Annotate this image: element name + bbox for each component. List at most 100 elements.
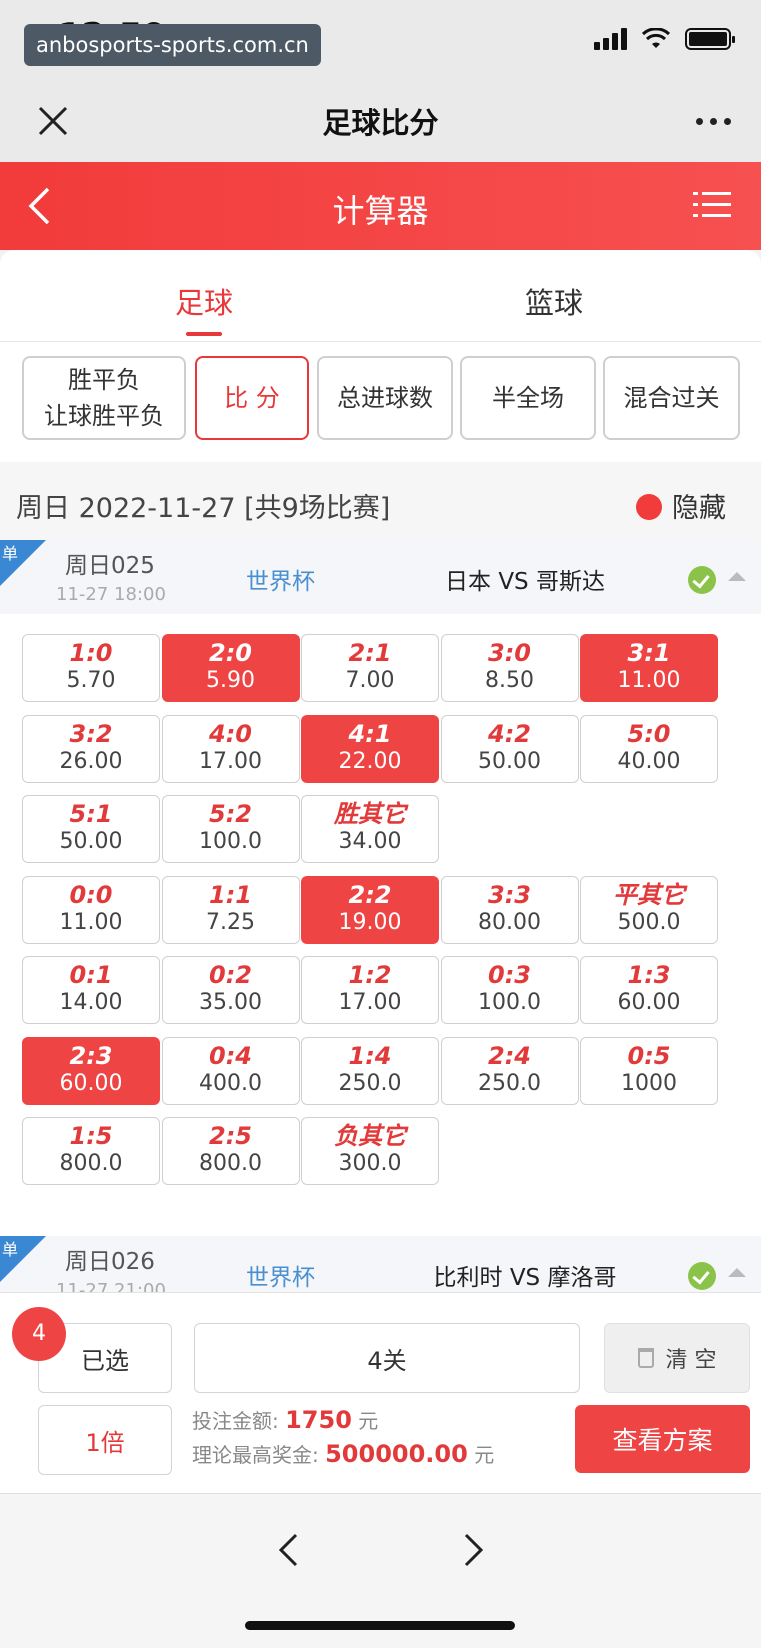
odds-value: 14.00 <box>59 990 123 1015</box>
score-option[interactable]: 1:1 7.25 <box>161 875 300 944</box>
score-grid: 1:0 5.70 2:0 5.90 2:1 7.00 3:0 8.50 3:1 11.00 3:2 2… <box>22 634 742 1214</box>
next-page-icon[interactable] <box>462 1532 486 1568</box>
score-option[interactable]: 3:3 80.00 <box>440 875 579 944</box>
match-time: 11-27 18:00 <box>56 584 166 605</box>
play-type-half-full[interactable]: 半全场 <box>460 356 596 440</box>
score-label: 1:3 <box>627 961 671 989</box>
score-option[interactable]: 5:0 40.00 <box>580 714 718 783</box>
status-icons <box>594 28 735 50</box>
odds-value: 50.00 <box>59 829 123 854</box>
odds-value: 300.0 <box>338 1151 402 1176</box>
odds-value: 80.00 <box>478 909 541 935</box>
odds-value: 100.0 <box>199 829 262 854</box>
tab-basketball[interactable]: 篮球 <box>525 280 583 322</box>
play-type-total-goals[interactable]: 总进球数 <box>317 356 453 440</box>
score-label: 5:2 <box>209 800 252 828</box>
score-label: 2:2 <box>348 880 392 909</box>
odds-value: 800.0 <box>59 1151 123 1176</box>
score-label: 1:2 <box>348 961 392 989</box>
odds-value: 34.00 <box>338 829 402 854</box>
score-option[interactable]: 2:0 5.90 <box>161 634 300 702</box>
play-type-win-draw-lose[interactable]: 胜平负 让球胜平负 <box>22 356 186 440</box>
page-title: 足球比分 <box>322 106 439 140</box>
score-label: 1:1 <box>209 880 252 909</box>
score-option[interactable]: 4:2 50.00 <box>440 714 579 783</box>
score-option[interactable]: 2:4 250.0 <box>440 1036 579 1105</box>
score-option[interactable]: 3:1 11.00 <box>580 634 718 702</box>
play-type-tabs: 胜平负 让球胜平负 比 分 总进球数 半全场 混合过关 <box>22 356 740 440</box>
signal-icon <box>594 28 627 50</box>
score-option[interactable]: 负其它 300.0 <box>301 1117 439 1185</box>
odds-value: 26.00 <box>59 748 123 774</box>
score-label: 负其它 <box>334 1122 406 1150</box>
match-header[interactable]: 单 周日026 11-27 21:00 世界杯 比利时 VS 摩洛哥 <box>0 1236 761 1296</box>
score-option[interactable]: 4:1 22.00 <box>301 714 439 783</box>
bet-bar: 已选 4 4关 清 空 1倍 投注金额: 1750 元 理论最高奖金: 5000… <box>0 1292 761 1493</box>
day-label: 周日 2022-11-27 [共9场比赛] <box>16 493 391 524</box>
score-label: 4:2 <box>488 719 531 748</box>
odds-value: 7.25 <box>206 909 255 935</box>
header-title: 计算器 <box>332 192 429 230</box>
score-option[interactable]: 0:0 11.00 <box>22 875 160 944</box>
hide-toggle-dot[interactable] <box>636 494 662 520</box>
score-option[interactable]: 2:3 60.00 <box>22 1036 160 1105</box>
check-icon[interactable] <box>688 1262 716 1290</box>
score-option[interactable]: 1:2 17.00 <box>301 956 439 1024</box>
match-header[interactable]: 单 周日025 11-27 18:00 世界杯 日本 VS 哥斯达 <box>0 540 761 614</box>
match-number: 周日026 <box>65 1249 155 1275</box>
view-plan-button[interactable]: 查看方案 <box>575 1405 750 1473</box>
more-options-icon[interactable] <box>696 118 731 125</box>
multiple-button[interactable]: 1倍 <box>38 1405 172 1475</box>
odds-value: 11.00 <box>617 668 681 693</box>
score-label: 3:1 <box>627 639 671 667</box>
score-label: 3:0 <box>488 639 531 667</box>
hide-toggle-label[interactable]: 隐藏 <box>672 486 726 525</box>
score-option[interactable]: 3:0 8.50 <box>440 634 579 702</box>
score-option[interactable]: 1:0 5.70 <box>22 634 160 702</box>
score-option[interactable]: 0:3 100.0 <box>440 956 579 1024</box>
odds-value: 250.0 <box>338 1070 402 1096</box>
play-type-score[interactable]: 比 分 <box>195 356 309 440</box>
odds-value: 100.0 <box>478 990 541 1015</box>
score-option[interactable]: 2:5 800.0 <box>161 1117 300 1185</box>
pass-type-button[interactable]: 4关 <box>194 1323 580 1393</box>
score-option[interactable]: 5:2 100.0 <box>161 795 300 863</box>
menu-list-icon[interactable] <box>693 190 731 220</box>
collapse-arrow-icon[interactable] <box>728 1268 746 1277</box>
score-option[interactable]: 1:5 800.0 <box>22 1117 160 1185</box>
check-icon[interactable] <box>688 566 716 594</box>
odds-value: 250.0 <box>478 1070 541 1096</box>
play-type-mixed-parlay[interactable]: 混合过关 <box>603 356 740 440</box>
wifi-icon <box>641 28 671 48</box>
odds-value: 60.00 <box>59 1070 123 1096</box>
score-option[interactable]: 0:4 400.0 <box>161 1036 300 1105</box>
score-option[interactable]: 2:2 19.00 <box>301 875 439 944</box>
odds-value: 50.00 <box>478 748 541 774</box>
sport-tabs: 足球 篮球 <box>0 250 761 342</box>
match-teams: 日本 VS 哥斯达 <box>445 569 605 595</box>
prev-page-icon[interactable] <box>276 1532 300 1568</box>
score-option[interactable]: 0:2 35.00 <box>161 956 300 1024</box>
score-option[interactable]: 1:3 60.00 <box>580 956 718 1024</box>
score-option[interactable]: 4:0 17.00 <box>161 714 300 783</box>
score-option[interactable]: 1:4 250.0 <box>301 1036 439 1105</box>
match-league: 世界杯 <box>246 569 315 595</box>
score-label: 2:3 <box>69 1041 113 1070</box>
score-option[interactable]: 2:1 7.00 <box>301 634 439 702</box>
collapse-arrow-icon[interactable] <box>728 572 746 581</box>
tab-football[interactable]: 足球 <box>175 280 233 336</box>
clear-button[interactable]: 清 空 <box>604 1323 750 1393</box>
max-prize: 理论最高奖金: 500000.00 元 <box>192 1440 495 1468</box>
battery-icon <box>685 28 735 50</box>
odds-value: 8.50 <box>485 668 534 693</box>
score-option[interactable]: 3:2 26.00 <box>22 714 160 783</box>
score-label: 1:4 <box>348 1041 392 1070</box>
score-option[interactable]: 0:5 1000 <box>580 1036 718 1105</box>
score-option[interactable]: 5:1 50.00 <box>22 795 160 863</box>
score-label: 0:4 <box>209 1041 252 1070</box>
odds-value: 19.00 <box>338 909 402 935</box>
odds-value: 1000 <box>621 1070 677 1096</box>
score-option[interactable]: 0:1 14.00 <box>22 956 160 1024</box>
score-option[interactable]: 胜其它 34.00 <box>301 795 439 863</box>
score-option[interactable]: 平其它 500.0 <box>580 875 718 944</box>
